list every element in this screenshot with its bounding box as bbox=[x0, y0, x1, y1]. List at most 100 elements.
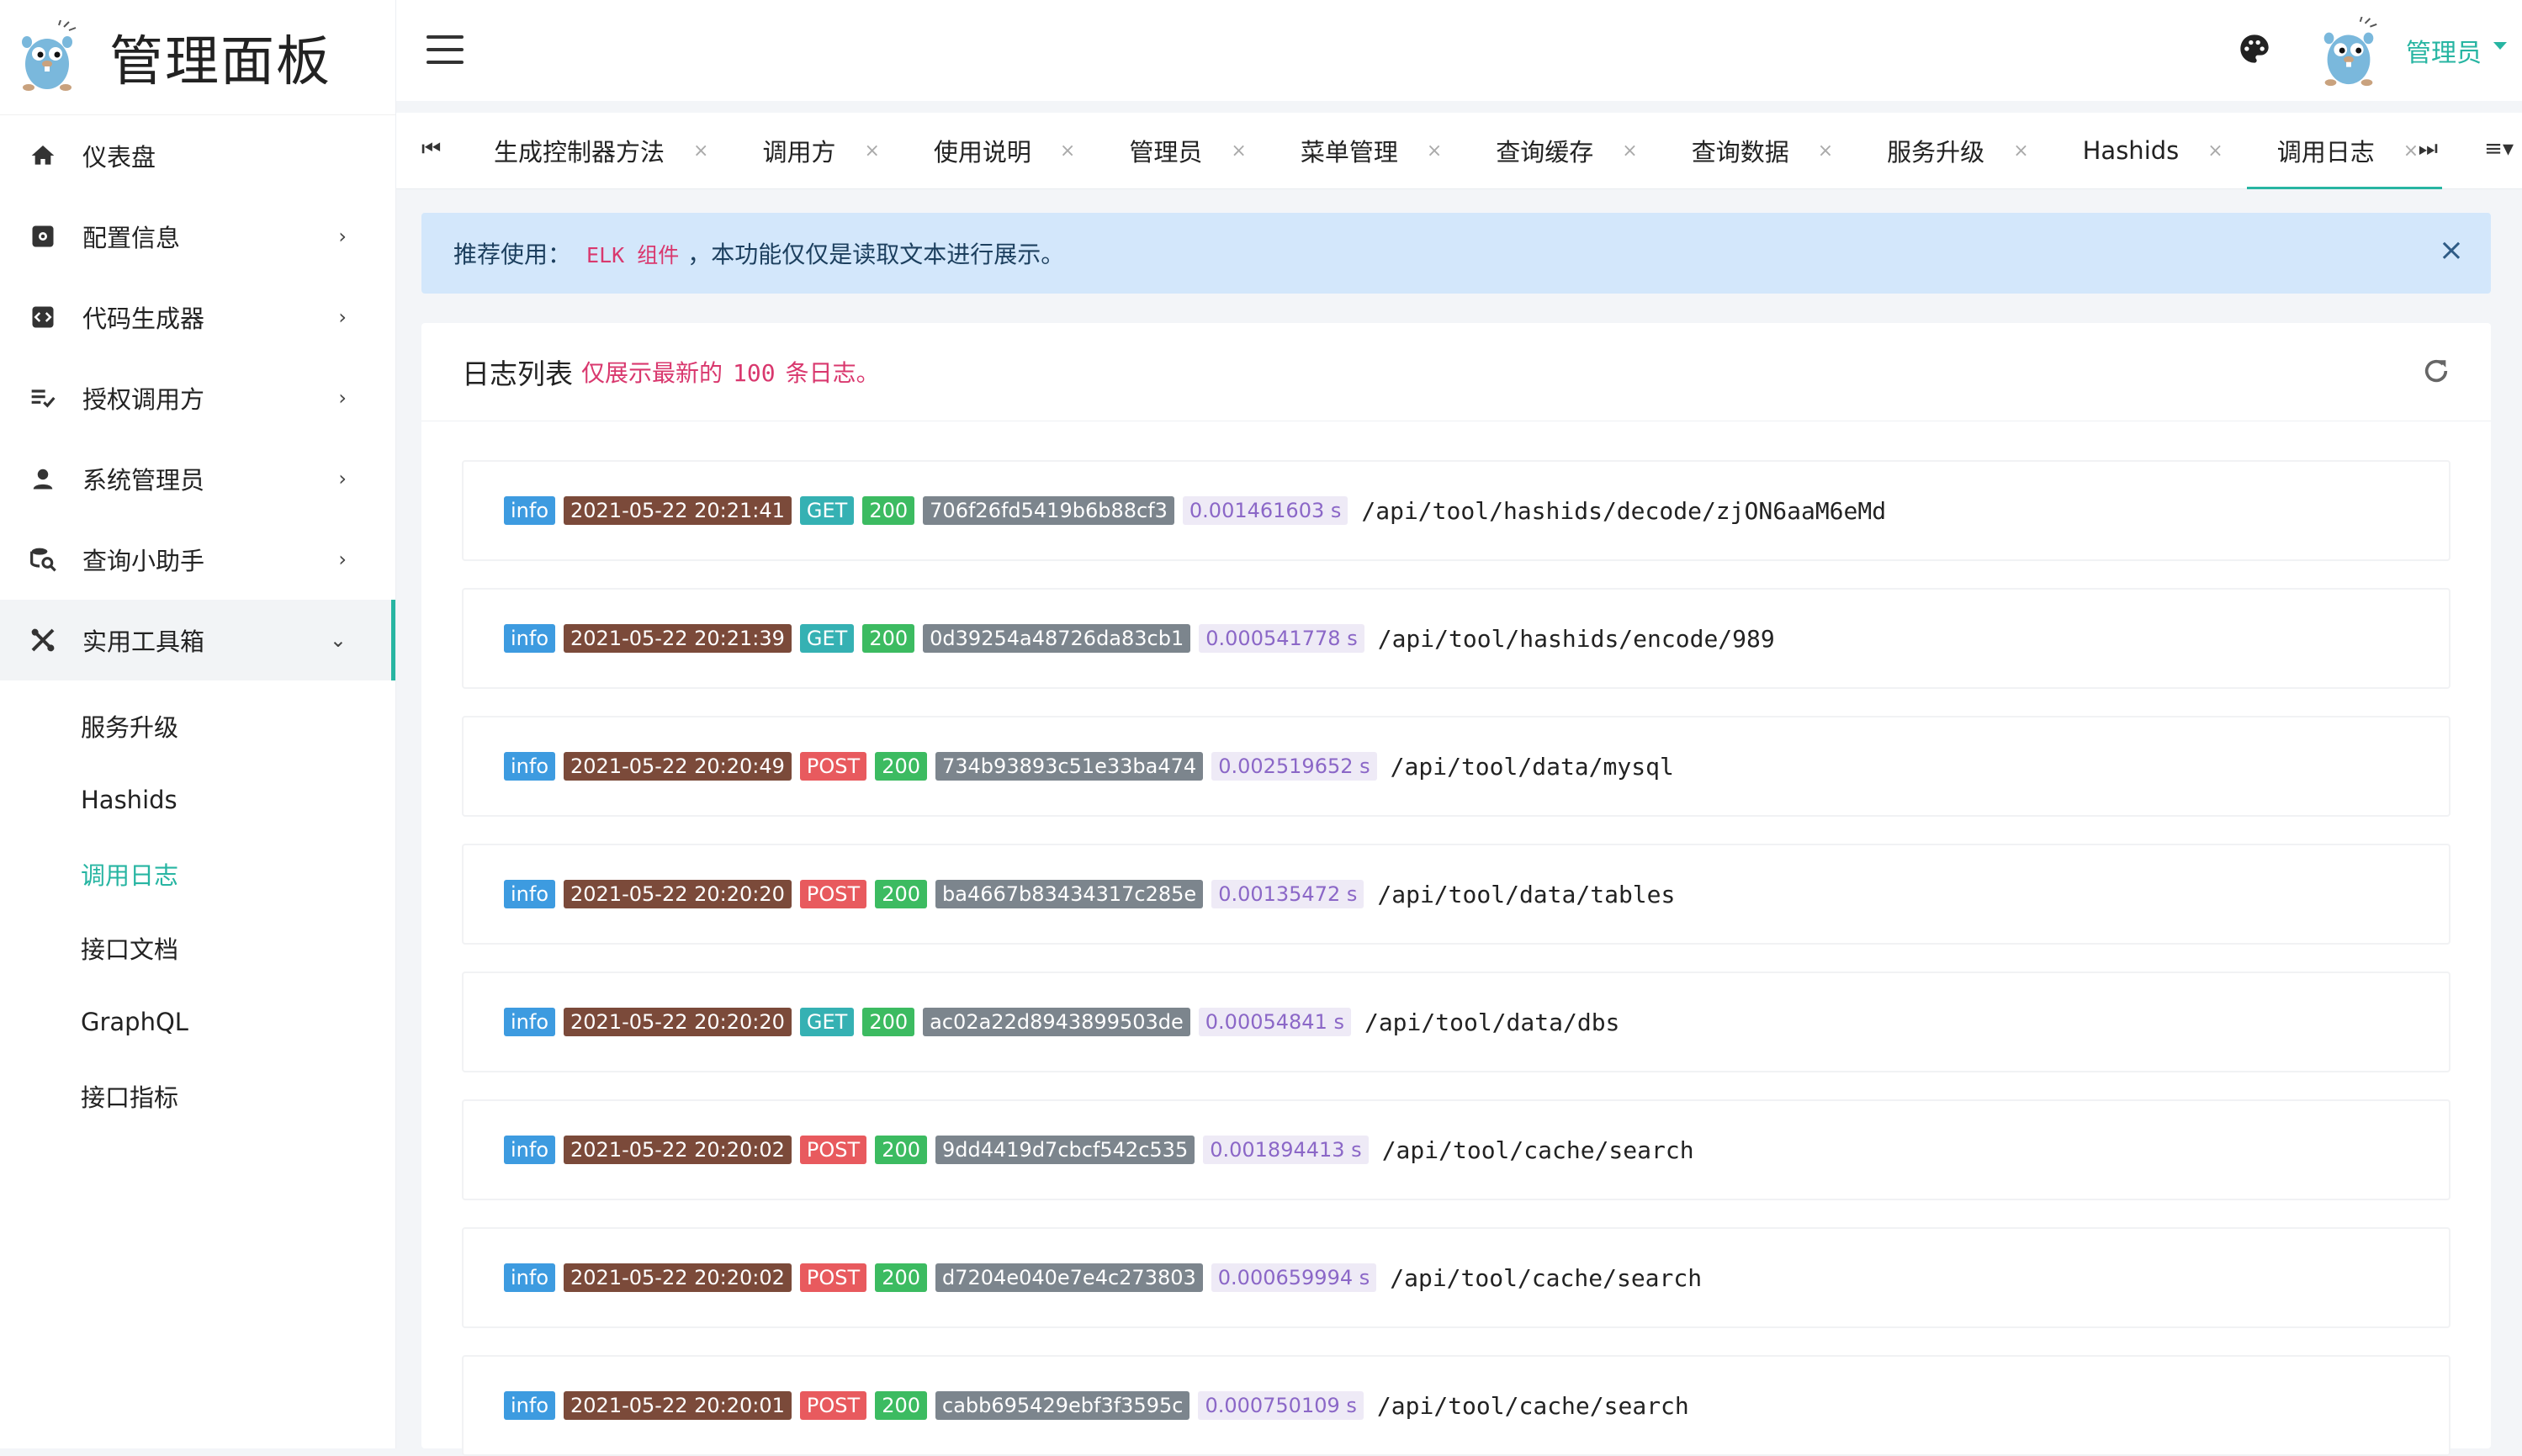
trace-id-badge: 0d39254a48726da83cb1 bbox=[923, 624, 1191, 653]
user-menu[interactable]: 管理员 bbox=[2406, 32, 2482, 69]
tab-label: 菜单管理 bbox=[1300, 138, 1398, 167]
tab-label: 调用日志 bbox=[2276, 138, 2375, 167]
method-badge: POST bbox=[799, 1136, 867, 1164]
top-header: 管理员 bbox=[396, 0, 2522, 101]
log-card: 日志列表 仅展示最新的 100 条日志。 info 2021-05-22 20:21… bbox=[421, 323, 2491, 1456]
timestamp-badge: 2021-05-22 20:20:49 bbox=[564, 752, 792, 781]
sidebar-item-admins[interactable]: 系统管理员 › bbox=[0, 438, 395, 519]
submenu-item-hashids[interactable]: Hashids bbox=[0, 763, 395, 837]
submenu-item-graphql[interactable]: GraphQL bbox=[0, 985, 395, 1059]
method-badge: GET bbox=[799, 624, 855, 653]
card-header: 日志列表 仅展示最新的 100 条日志。 bbox=[421, 323, 2491, 421]
scroll-tabs-left-icon[interactable]: ⏮ bbox=[421, 136, 441, 162]
tab-options-icon[interactable]: ≡▾ bbox=[2484, 136, 2514, 161]
tab-label: 调用方 bbox=[762, 138, 836, 167]
info-alert: 推荐使用： ELK 组件 ，本功能仅仅是读取文本进行展示。 × bbox=[421, 213, 2491, 294]
chevron-right-icon: › bbox=[338, 225, 347, 248]
tab-menu-management[interactable]: 菜单管理 × bbox=[1270, 113, 1465, 188]
method-badge: POST bbox=[799, 1391, 867, 1420]
timestamp-badge: 2021-05-22 20:20:20 bbox=[564, 1008, 792, 1036]
close-icon[interactable]: × bbox=[2207, 140, 2223, 161]
close-icon[interactable]: × bbox=[693, 140, 708, 161]
tab-label: 服务升级 bbox=[1887, 138, 1985, 167]
tab-query-cache[interactable]: 查询缓存 × bbox=[1465, 113, 1661, 188]
avatar[interactable] bbox=[2317, 17, 2381, 89]
alert-message: 推荐使用： ELK 组件 ，本功能仅仅是读取文本进行展示。 bbox=[453, 236, 1064, 270]
close-icon[interactable]: × bbox=[1427, 140, 1442, 161]
close-icon[interactable]: × bbox=[2403, 140, 2419, 161]
brand[interactable]: 管理面板 bbox=[0, 0, 395, 115]
sidebar-item-label: 配置信息 bbox=[82, 224, 181, 252]
close-icon[interactable]: × bbox=[1622, 140, 1637, 161]
tab-bar: ⏮ 生成控制器方法 × 调用方 × 使用说明 × 管理员 × 菜单管理 × 查询… bbox=[396, 113, 2522, 189]
level-badge: info bbox=[504, 1008, 556, 1036]
chevron-right-icon: › bbox=[338, 548, 347, 571]
sidebar-item-authorized-callers[interactable]: 授权调用方 › bbox=[0, 357, 395, 438]
tab-label: 管理员 bbox=[1129, 138, 1203, 167]
tab-label: 查询数据 bbox=[1691, 138, 1789, 167]
sidebar-item-codegen[interactable]: 代码生成器 › bbox=[0, 277, 395, 357]
request-path: /api/tool/hashids/decode/zjON6aaM6eMd bbox=[1361, 496, 1887, 525]
log-count: 100 bbox=[733, 359, 776, 387]
sidebar-item-dashboard[interactable]: 仪表盘 bbox=[0, 115, 395, 196]
duration-badge: 0.001894413 s bbox=[1203, 1136, 1369, 1164]
trace-id-badge: 9dd4419d7cbcf542c535 bbox=[935, 1136, 1195, 1164]
playlist-check-icon bbox=[29, 384, 57, 412]
sidebar-item-query-helper[interactable]: 查询小助手 › bbox=[0, 519, 395, 600]
request-path: /api/tool/data/dbs bbox=[1364, 1008, 1620, 1036]
submenu-item-api-docs[interactable]: 接口文档 bbox=[0, 911, 395, 985]
close-icon[interactable]: × bbox=[864, 140, 879, 161]
tab-query-data[interactable]: 查询数据 × bbox=[1661, 113, 1857, 188]
close-icon[interactable]: × bbox=[2439, 233, 2464, 267]
tab-service-upgrade[interactable]: 服务升级 × bbox=[1857, 113, 2052, 188]
caret-down-icon[interactable] bbox=[2493, 42, 2507, 50]
close-icon[interactable]: × bbox=[1060, 140, 1075, 161]
method-badge: GET bbox=[799, 496, 855, 525]
trace-id-badge: ac02a22d8943899503de bbox=[923, 1008, 1190, 1036]
status-badge: 200 bbox=[875, 752, 927, 781]
chevron-right-icon: › bbox=[338, 386, 347, 410]
sidebar-item-label: 实用工具箱 bbox=[82, 627, 205, 656]
timestamp-badge: 2021-05-22 20:20:01 bbox=[564, 1391, 792, 1420]
request-path: /api/tool/cache/search bbox=[1381, 1136, 1694, 1164]
status-badge: 200 bbox=[875, 1136, 927, 1164]
log-entry: info 2021-05-22 20:21:41 GET 200 706f26f… bbox=[462, 460, 2450, 561]
level-badge: info bbox=[504, 1391, 556, 1420]
palette-icon[interactable] bbox=[2238, 32, 2271, 66]
level-badge: info bbox=[504, 1263, 556, 1292]
tab-label: 查询缓存 bbox=[1496, 138, 1594, 167]
timestamp-badge: 2021-05-22 20:20:20 bbox=[564, 880, 792, 908]
close-icon[interactable]: × bbox=[1231, 140, 1246, 161]
alert-prefix: 推荐使用： bbox=[453, 241, 572, 268]
duration-badge: 0.000541778 s bbox=[1199, 624, 1364, 653]
refresh-icon[interactable] bbox=[2422, 357, 2450, 385]
request-path: /api/tool/hashids/encode/989 bbox=[1377, 624, 1775, 653]
tab-generate-controller[interactable]: 生成控制器方法 × bbox=[464, 113, 732, 188]
menu-toggle-icon[interactable] bbox=[427, 35, 464, 64]
subtitle-prefix: 仅展示最新的 bbox=[581, 359, 723, 387]
sidebar-item-toolbox[interactable]: 实用工具箱 ⌄ bbox=[0, 600, 395, 680]
tab-callers[interactable]: 调用方 × bbox=[732, 113, 903, 188]
sidebar-item-config[interactable]: 配置信息 › bbox=[0, 196, 395, 277]
log-entry: info 2021-05-22 20:20:02 POST 200 9dd441… bbox=[462, 1099, 2450, 1200]
trace-id-badge: ba4667b83434317c285e bbox=[935, 880, 1204, 908]
tab-instructions[interactable]: 使用说明 × bbox=[903, 113, 1099, 188]
status-badge: 200 bbox=[862, 496, 915, 525]
submenu-item-service-upgrade[interactable]: 服务升级 bbox=[0, 689, 395, 763]
close-icon[interactable]: × bbox=[1818, 140, 1833, 161]
submenu-item-api-metrics[interactable]: 接口指标 bbox=[0, 1059, 395, 1133]
chevron-right-icon: › bbox=[338, 305, 347, 329]
tab-hashids[interactable]: Hashids × bbox=[2053, 113, 2247, 188]
search-db-icon bbox=[29, 545, 57, 574]
trace-id-badge: d7204e040e7e4c273803 bbox=[935, 1263, 1203, 1292]
tab-call-logs[interactable]: 调用日志 × bbox=[2246, 113, 2443, 189]
timestamp-badge: 2021-05-22 20:21:39 bbox=[564, 624, 792, 653]
submenu-item-call-logs[interactable]: 调用日志 bbox=[0, 837, 395, 911]
alert-suffix: ，本功能仅仅是读取文本进行展示。 bbox=[687, 241, 1065, 268]
status-badge: 200 bbox=[875, 1263, 927, 1292]
method-badge: POST bbox=[799, 752, 867, 781]
elk-link[interactable]: ELK 组件 bbox=[586, 243, 679, 267]
close-icon[interactable]: × bbox=[2013, 140, 2028, 161]
tab-admins[interactable]: 管理员 × bbox=[1099, 113, 1269, 188]
scroll-tabs-right-icon[interactable]: ⏭ bbox=[2419, 136, 2438, 162]
